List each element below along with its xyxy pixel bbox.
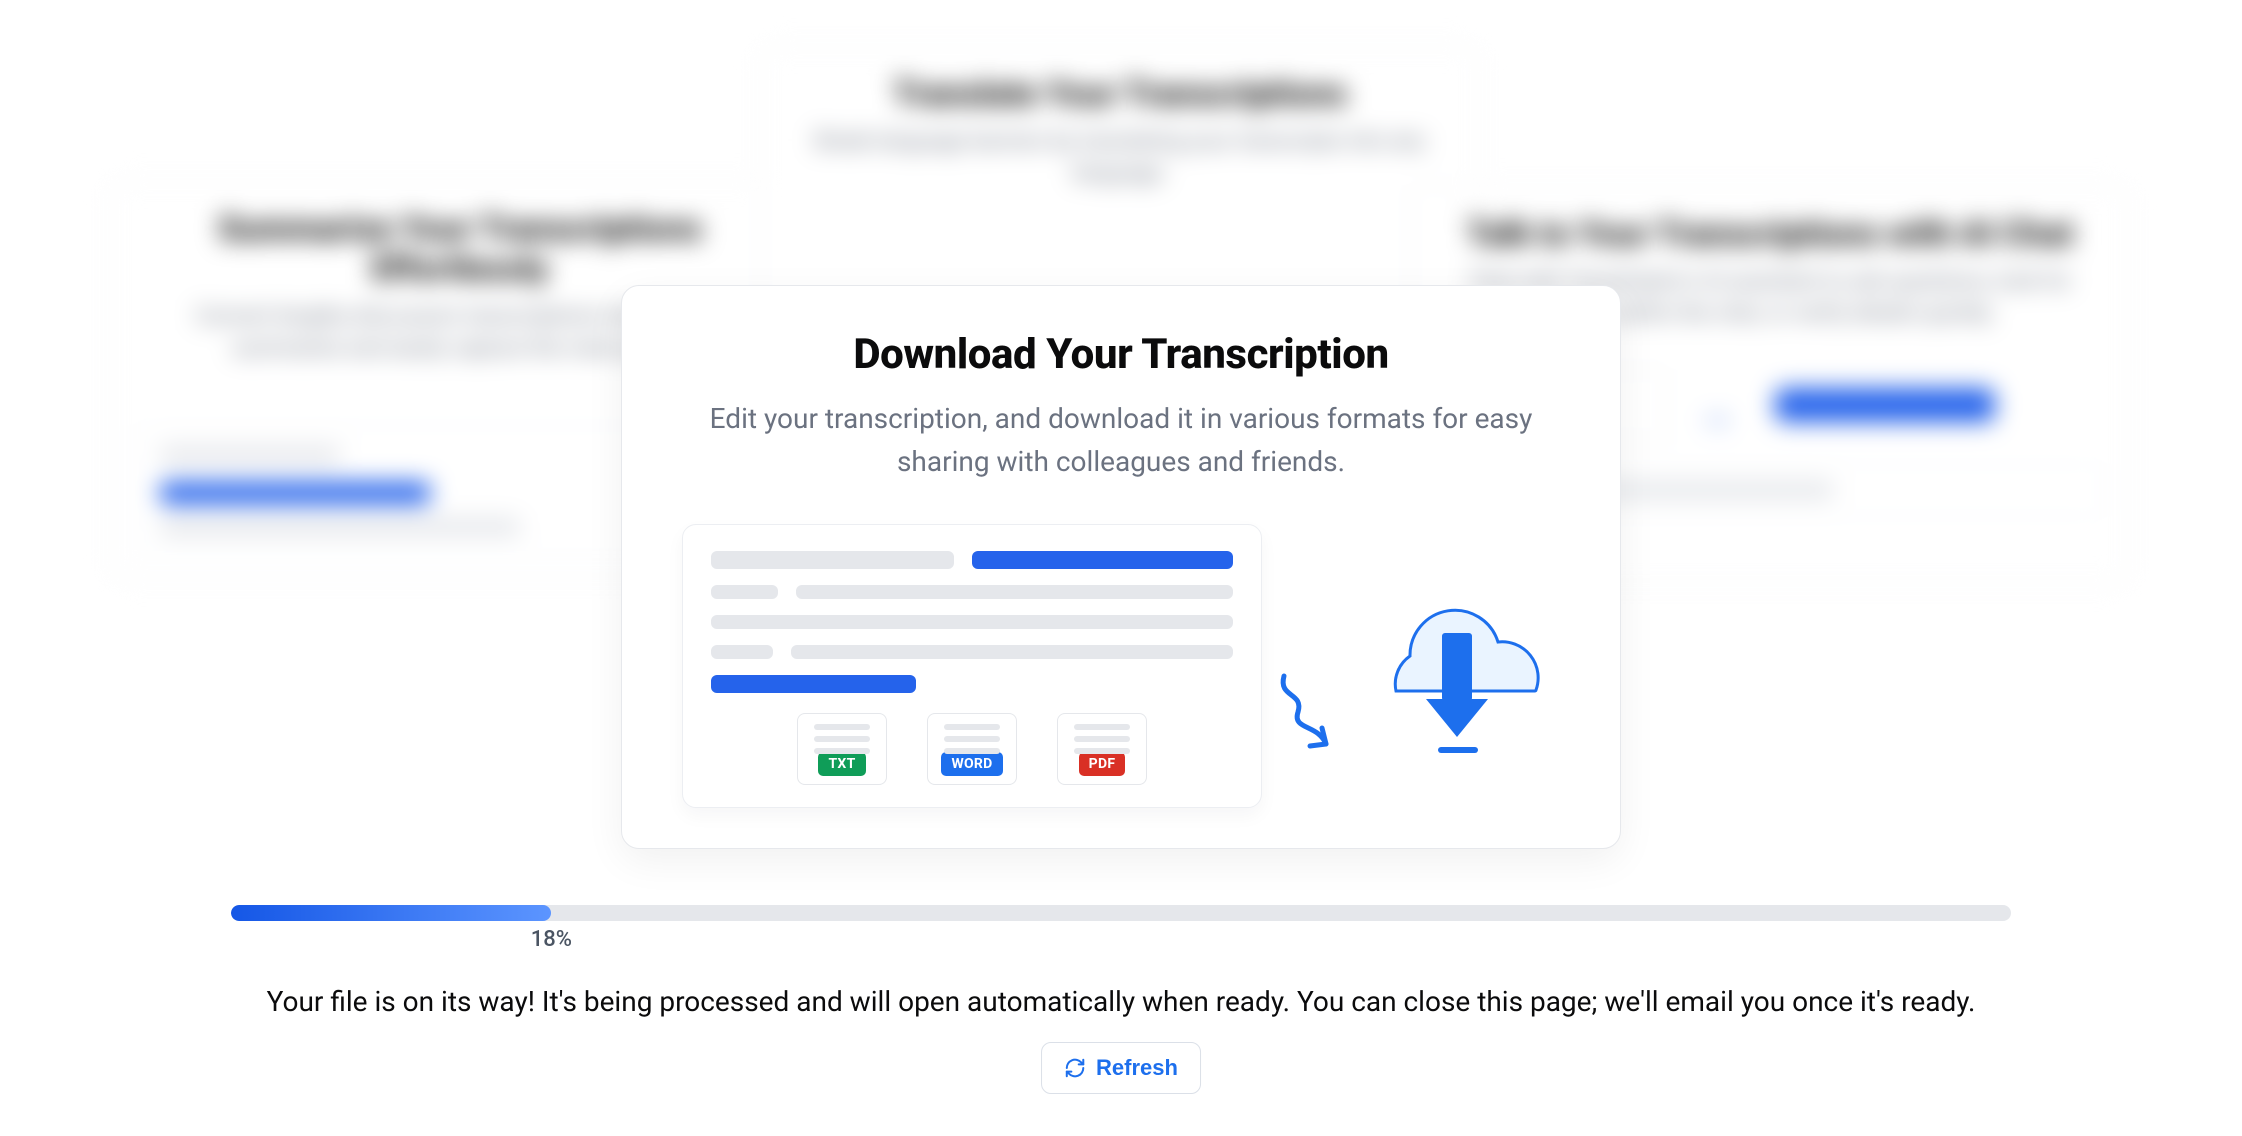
download-card-desc: Edit your transcription, and download it… — [682, 397, 1560, 484]
download-card-illustration: TXT WORD PDF — [682, 524, 1560, 808]
bg-card-summarize-title: Summarize Your Transcriptions Effortless… — [139, 209, 781, 289]
cloud-download-icon — [1350, 571, 1560, 761]
format-word-icon: WORD — [927, 713, 1017, 785]
refresh-button[interactable]: Refresh — [1041, 1042, 1201, 1094]
processing-status-message: Your file is on its way! It's being proc… — [221, 985, 2021, 1018]
format-word-label: WORD — [941, 752, 1002, 776]
refresh-icon — [1064, 1057, 1086, 1079]
progress-fill — [231, 905, 551, 921]
format-txt-icon: TXT — [797, 713, 887, 785]
download-transcription-card: Download Your Transcription Edit your tr… — [621, 285, 1621, 849]
format-pdf-label: PDF — [1079, 752, 1126, 776]
download-card-title: Download Your Transcription — [682, 330, 1560, 379]
bg-card-chat-title: Talk to Your Transcriptions with AI Chat — [1439, 214, 2101, 254]
format-txt-label: TXT — [818, 752, 865, 776]
format-pdf-icon: PDF — [1057, 713, 1147, 785]
swirl-arrow-icon — [1276, 658, 1336, 778]
progress-percent-label: 18% — [531, 927, 572, 952]
progress-track — [231, 905, 2011, 921]
bg-card-translate-title: Translate Your Transcriptions — [789, 74, 1451, 114]
processing-progress: 18% — [231, 905, 2011, 921]
bg-card-translate-desc: Break language barriers by translating y… — [789, 126, 1451, 190]
refresh-button-label: Refresh — [1096, 1055, 1178, 1081]
transcript-preview-card: TXT WORD PDF — [682, 524, 1262, 808]
